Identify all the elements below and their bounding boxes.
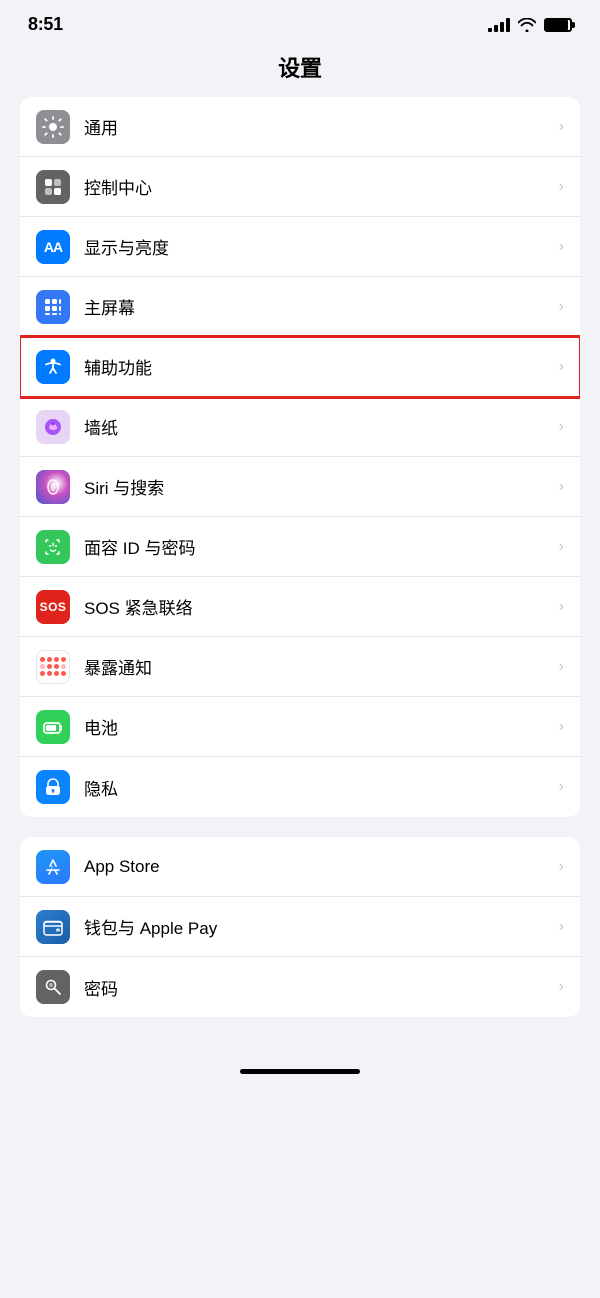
appstore-icon (36, 850, 70, 884)
wallet-icon (36, 910, 70, 944)
wifi-icon (518, 18, 536, 32)
exposure-icon (36, 650, 70, 684)
settings-item-accessibility[interactable]: 辅助功能 › (20, 337, 580, 397)
display-chevron: › (559, 238, 564, 256)
settings-item-privacy[interactable]: 隐私 › (20, 757, 580, 817)
faceid-icon (36, 530, 70, 564)
settings-item-appstore[interactable]: App Store › (20, 837, 580, 897)
exposure-label: 暴露通知 (84, 654, 559, 679)
settings-item-wallet[interactable]: 钱包与 Apple Pay › (20, 897, 580, 957)
home-screen-label: 主屏幕 (84, 294, 559, 319)
display-icon: AA (36, 230, 70, 264)
general-label: 通用 (84, 114, 559, 139)
sos-label: SOS 紧急联络 (84, 594, 559, 619)
settings-item-password[interactable]: 密码 › (20, 957, 580, 1017)
battery-label: 电池 (84, 714, 559, 739)
exposure-chevron: › (559, 658, 564, 676)
privacy-icon (36, 770, 70, 804)
wallpaper-chevron: › (559, 418, 564, 436)
settings-item-home-screen[interactable]: 主屏幕 › (20, 277, 580, 337)
wallet-chevron: › (559, 918, 564, 936)
battery-icon (544, 18, 572, 32)
password-icon (36, 970, 70, 1004)
status-bar: 8:51 (0, 0, 600, 45)
general-chevron: › (559, 118, 564, 136)
settings-group-2: App Store › 钱包与 Apple Pay › (20, 837, 580, 1017)
status-time: 8:51 (28, 14, 63, 35)
settings-item-siri[interactable]: Siri 与搜索 › (20, 457, 580, 517)
settings-item-battery[interactable]: 电池 › (20, 697, 580, 757)
faceid-label: 面容 ID 与密码 (84, 534, 559, 559)
wallpaper-icon (36, 410, 70, 444)
settings-item-control-center[interactable]: 控制中心 › (20, 157, 580, 217)
display-label: 显示与亮度 (84, 234, 559, 259)
wallpaper-label: 墙纸 (84, 414, 559, 439)
privacy-label: 隐私 (84, 775, 559, 800)
general-icon (36, 110, 70, 144)
privacy-chevron: › (559, 778, 564, 796)
siri-label: Siri 与搜索 (84, 474, 559, 499)
settings-item-exposure[interactable]: 暴露通知 › (20, 637, 580, 697)
sos-badge: SOS (36, 598, 70, 616)
settings-section: 通用 › 控制中心 › AA 显示与亮度 › (0, 97, 600, 1057)
siri-icon (36, 470, 70, 504)
accessibility-icon (36, 350, 70, 384)
status-icons (488, 18, 572, 32)
home-screen-icon (36, 290, 70, 324)
exposure-dots (38, 655, 68, 678)
accessibility-label: 辅助功能 (84, 354, 559, 379)
appstore-label: App Store (84, 857, 559, 877)
sos-chevron: › (559, 598, 564, 616)
wallet-label: 钱包与 Apple Pay (84, 914, 559, 939)
appstore-chevron: › (559, 858, 564, 876)
control-center-icon (36, 170, 70, 204)
page-title: 设置 (0, 45, 600, 97)
faceid-chevron: › (559, 538, 564, 556)
settings-item-general[interactable]: 通用 › (20, 97, 580, 157)
control-center-chevron: › (559, 178, 564, 196)
sos-icon: SOS (36, 590, 70, 624)
settings-item-wallpaper[interactable]: 墙纸 › (20, 397, 580, 457)
settings-item-display[interactable]: AA 显示与亮度 › (20, 217, 580, 277)
password-label: 密码 (84, 975, 559, 1000)
home-screen-chevron: › (559, 298, 564, 316)
battery-chevron: › (559, 718, 564, 736)
battery-settings-icon (36, 710, 70, 744)
password-chevron: › (559, 978, 564, 996)
settings-item-faceid[interactable]: 面容 ID 与密码 › (20, 517, 580, 577)
home-indicator (240, 1069, 360, 1074)
accessibility-chevron: › (559, 358, 564, 376)
signal-icon (488, 18, 510, 32)
settings-group-1: 通用 › 控制中心 › AA 显示与亮度 › (20, 97, 580, 817)
settings-item-sos[interactable]: SOS SOS 紧急联络 › (20, 577, 580, 637)
control-center-label: 控制中心 (84, 174, 559, 199)
siri-chevron: › (559, 478, 564, 496)
